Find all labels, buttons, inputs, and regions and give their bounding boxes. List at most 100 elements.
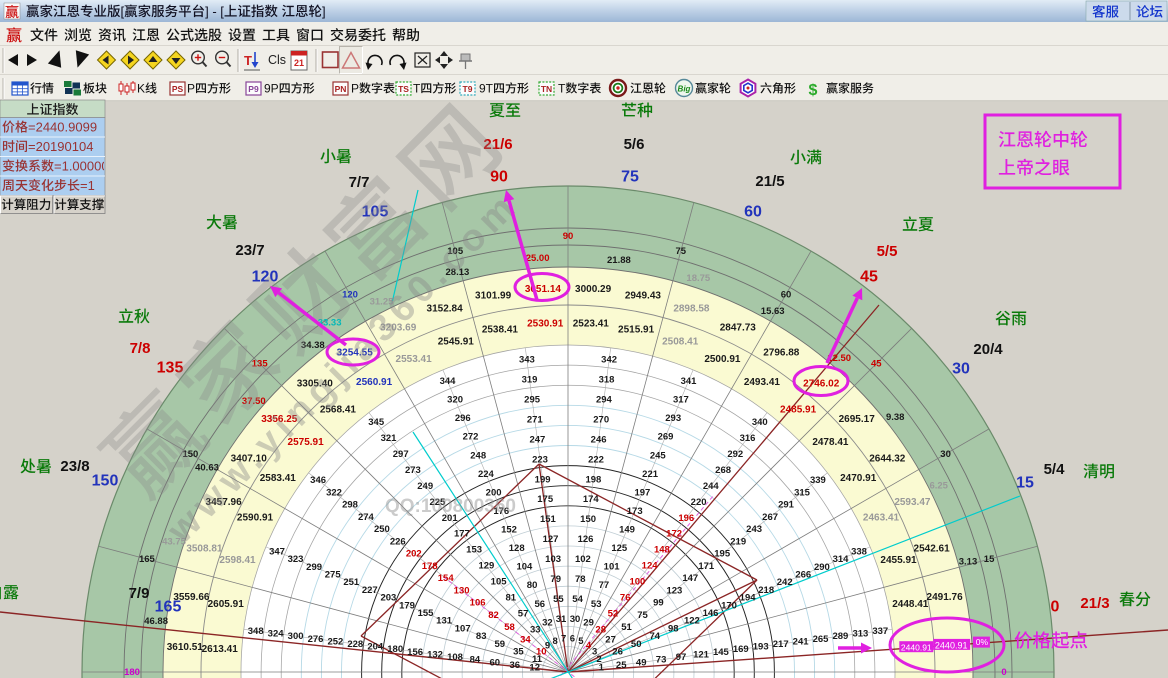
svg-text:97: 97 [676,652,687,663]
svg-text:82: 82 [488,610,499,621]
svg-text:151: 151 [540,514,557,525]
svg-text:293: 293 [665,413,681,424]
svg-text:P: P [351,82,359,96]
svg-text:299: 299 [306,562,322,573]
svg-text:289: 289 [832,631,848,642]
svg-text:9.38: 9.38 [886,412,905,423]
svg-text:242: 242 [777,577,793,588]
svg-text:223: 223 [532,454,548,465]
svg-text:99: 99 [653,598,664,609]
svg-text:124: 124 [642,561,659,572]
svg-text:194: 194 [740,593,757,604]
svg-text:36: 36 [510,660,521,671]
svg-text:2847.73: 2847.73 [720,323,757,334]
svg-text:29: 29 [583,617,594,628]
svg-text:0: 0 [1051,599,1060,616]
svg-text:344: 344 [440,376,457,387]
svg-text:179: 179 [399,600,415,611]
svg-text:292: 292 [727,449,743,460]
svg-text:53: 53 [591,599,602,610]
svg-text:316: 316 [740,433,756,444]
svg-text:5/5: 5/5 [877,243,898,260]
svg-text:60: 60 [490,657,501,668]
svg-text:35: 35 [513,646,524,657]
svg-text:131: 131 [436,616,453,627]
svg-text:126: 126 [578,534,594,545]
svg-text:146: 146 [703,608,719,619]
svg-text:59: 59 [495,639,506,650]
svg-text:107: 107 [455,623,471,634]
svg-text:2500.91: 2500.91 [704,354,741,365]
svg-text:165: 165 [139,554,156,565]
svg-text:31: 31 [556,614,567,625]
svg-text:148: 148 [654,545,670,556]
svg-text:25: 25 [616,660,627,671]
svg-text:54: 54 [572,594,583,605]
svg-text:84: 84 [470,655,481,666]
svg-text:60: 60 [744,204,762,221]
svg-text:]: ] [322,4,326,19]
svg-text:T: T [558,82,566,96]
svg-text:272: 272 [463,432,479,443]
svg-text:2493.41: 2493.41 [744,377,781,388]
svg-text:2553.41: 2553.41 [396,354,433,365]
svg-text:271: 271 [527,415,544,426]
svg-text:TN: TN [541,84,552,94]
svg-text:2491.76: 2491.76 [927,592,964,603]
svg-text:76: 76 [620,593,631,604]
svg-text:T: T [413,82,421,96]
svg-text:122: 122 [684,616,700,627]
svg-text:343: 343 [519,355,535,366]
svg-text:219: 219 [730,536,746,547]
svg-text:249: 249 [417,481,433,492]
svg-text:342: 342 [601,355,617,366]
svg-text:300: 300 [288,631,304,642]
svg-text:18.75: 18.75 [686,273,710,284]
svg-text:295: 295 [524,395,541,406]
svg-text:90: 90 [563,231,574,242]
svg-text:128: 128 [509,543,525,554]
svg-text:3: 3 [592,647,597,658]
svg-text:199: 199 [535,474,551,485]
svg-text:173: 173 [627,506,643,517]
svg-text:2746.02: 2746.02 [803,378,840,389]
svg-text:2605.91: 2605.91 [208,599,245,610]
svg-text:34: 34 [520,634,531,645]
svg-text:102: 102 [575,554,591,565]
svg-text:Cls: Cls [268,53,286,67]
svg-text:T: T [244,53,252,68]
svg-text:2545.91: 2545.91 [438,337,475,348]
svg-text:7: 7 [561,634,566,645]
svg-text:165: 165 [155,599,182,616]
svg-text:101: 101 [604,562,621,573]
svg-text:221: 221 [642,469,659,480]
svg-text:228: 228 [347,639,363,650]
svg-text:98: 98 [668,623,679,634]
svg-text:197: 197 [634,487,650,498]
svg-text:337: 337 [872,626,888,637]
svg-text:2949.43: 2949.43 [625,290,662,301]
svg-text:77: 77 [599,580,610,591]
svg-text:3.13: 3.13 [959,556,978,567]
svg-text:=2440.9099: =2440.9099 [28,120,97,135]
svg-text:180: 180 [124,667,140,678]
svg-text:172: 172 [666,529,682,540]
svg-text:2440.91: 2440.91 [901,643,932,653]
svg-text:PS: PS [172,84,184,94]
svg-text:154: 154 [438,573,455,584]
svg-text:60: 60 [781,289,792,300]
svg-text:75: 75 [637,610,648,621]
svg-text:174: 174 [583,494,600,505]
svg-text:241: 241 [793,636,810,647]
svg-text:] - [: ] - [ [205,4,224,19]
svg-text:298: 298 [342,500,358,511]
svg-text:341: 341 [681,376,698,387]
svg-text:15.63: 15.63 [761,306,785,317]
svg-text:318: 318 [599,375,615,386]
svg-text:9P: 9P [264,82,279,96]
svg-text:2470.91: 2470.91 [840,473,877,484]
svg-text:246: 246 [591,434,607,445]
svg-text:6.25: 6.25 [929,481,948,492]
svg-text:150: 150 [580,514,596,525]
svg-text:203: 203 [380,593,396,604]
